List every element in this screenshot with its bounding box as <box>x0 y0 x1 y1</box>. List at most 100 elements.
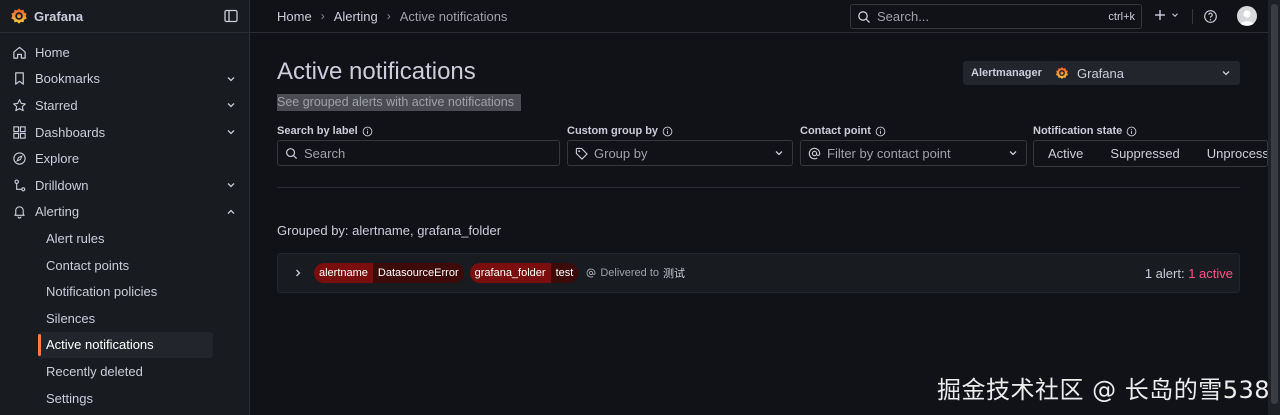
chevron-down-icon[interactable] <box>225 179 237 191</box>
chevron-down-icon <box>1009 151 1017 156</box>
info-circle-icon[interactable] <box>875 126 886 137</box>
label-search-input[interactable]: Search <box>277 140 560 166</box>
breadcrumb-current: Active notifications <box>399 8 508 24</box>
label-tag-value: test <box>550 263 579 283</box>
brand: Grafana <box>0 0 249 33</box>
chevron-down-icon[interactable] <box>225 99 237 111</box>
sidebar-item-label: Bookmarks <box>35 71 101 87</box>
help-icon <box>1204 10 1217 23</box>
compass-icon <box>13 152 26 165</box>
label-tag-key: grafana_folder <box>469 263 551 283</box>
alertmanager-select[interactable]: Grafana <box>1047 61 1240 85</box>
page-scrollbar[interactable] <box>1268 0 1280 415</box>
tag-icon <box>575 147 588 160</box>
notification-state-label: Notification state <box>1033 125 1137 137</box>
dashboards-grid-icon <box>13 125 26 139</box>
page-subtitle: See grouped alerts with active notificat… <box>277 94 521 111</box>
sidebar-subitem-active-notifications[interactable]: Active notifications <box>38 331 213 359</box>
sidebar-item-dashboards[interactable]: Dashboards <box>0 119 249 146</box>
bell-icon <box>14 206 25 219</box>
alertmanager-label: Alertmanager <box>963 61 1050 85</box>
group-by-select[interactable]: Group by <box>567 140 793 166</box>
grouped-by-text: Grouped by: alertname, grafana_folder <box>277 223 502 238</box>
sidebar-subitem-silences[interactable]: Silences <box>0 305 213 332</box>
search-icon <box>286 147 298 159</box>
sidebar-item-bookmarks[interactable]: Bookmarks <box>0 66 249 93</box>
state-option-unprocessed[interactable]: Unprocessed <box>1207 146 1267 161</box>
delivered-to: Delivered to 测试 <box>586 265 685 281</box>
search-placeholder: Search... <box>877 9 930 24</box>
sidebar-subitem-label: Settings <box>46 390 93 406</box>
filter-label-text: Custom group by <box>567 125 659 137</box>
sidebar-item-label: Starred <box>35 97 78 113</box>
state-option-active[interactable]: Active <box>1048 146 1083 161</box>
alertmanager-selected: Grafana <box>1077 65 1124 81</box>
info-circle-icon[interactable] <box>1126 126 1137 137</box>
watermark: 掘金技术社区 @ 长岛的雪538 <box>937 376 1271 404</box>
search-input[interactable]: Search... ctrl+k <box>850 4 1142 29</box>
state-option-suppressed[interactable]: Suppressed <box>1110 146 1179 161</box>
sidebar-item-explore[interactable]: Explore <box>0 145 249 172</box>
sidebar-item-alerting[interactable]: Alerting <box>0 199 249 226</box>
info-circle-icon[interactable] <box>362 126 373 137</box>
breadcrumb: Home › Alerting › Active notifications <box>277 9 507 24</box>
sidebar-subitem-label: Active notifications <box>46 337 154 353</box>
sidebar-subitem-alert-rules[interactable]: Alert rules <box>0 225 213 252</box>
sidebar-subitem-label: Contact points <box>46 257 130 273</box>
alert-count: 1 alert: 1 active <box>1145 266 1233 281</box>
sidebar-item-label: Alerting <box>35 204 80 220</box>
at-sign-icon <box>808 147 821 159</box>
sidebar-item-label: Home <box>35 44 70 60</box>
chevron-up-icon[interactable] <box>225 206 237 218</box>
sidebar-item-home[interactable]: Home <box>0 39 249 66</box>
app-name: Grafana <box>34 8 84 24</box>
label-search-placeholder: Search <box>304 145 346 161</box>
sidebar-item-drilldown[interactable]: Drilldown <box>0 172 249 199</box>
user-avatar-icon <box>1240 10 1254 25</box>
filter-label-text: Search by label <box>277 125 358 137</box>
alert-group-row[interactable]: alertname DatasourceError grafana_folder… <box>277 253 1240 293</box>
scrollbar-thumb[interactable] <box>1271 4 1278 404</box>
sidebar-subitem-label: Alert rules <box>46 230 105 246</box>
search-shortcut: ctrl+k <box>1108 10 1135 23</box>
chevron-down-icon <box>775 151 783 156</box>
new-menu-button[interactable] <box>1153 8 1180 22</box>
sidebar-subitem-recently-deleted[interactable]: Recently deleted <box>0 358 213 385</box>
dock-menu-icon[interactable] <box>223 8 239 24</box>
active-count: 1 active <box>1188 265 1233 281</box>
notification-state-radio-group: Active Suppressed Unprocessed <box>1033 140 1268 167</box>
sidebar-item-label: Explore <box>35 151 80 167</box>
drilldown-icon <box>14 179 26 192</box>
home-icon <box>13 46 26 59</box>
chevron-right-icon[interactable] <box>292 267 304 279</box>
sidebar-subitem-contact-points[interactable]: Contact points <box>0 252 213 279</box>
delivered-contact[interactable]: 测试 <box>663 265 685 281</box>
contact-point-select[interactable]: Filter by contact point <box>800 140 1027 166</box>
chevron-down-icon[interactable] <box>225 126 237 138</box>
label-tag-key: alertname <box>314 263 373 283</box>
info-circle-icon[interactable] <box>662 126 673 137</box>
sidebar: Grafana Home Bookmarks Starred Dashboard… <box>0 0 250 415</box>
sidebar-subitem-notification-policies[interactable]: Notification policies <box>0 278 213 305</box>
avatar[interactable] <box>1237 6 1257 26</box>
topbar: Home › Alerting › Active notifications S… <box>250 0 1268 33</box>
contact-point-label: Contact point <box>800 125 886 137</box>
sidebar-subitem-settings[interactable]: Settings <box>0 385 213 412</box>
label-tag: grafana_folder test <box>469 263 579 283</box>
search-by-label-label: Search by label <box>277 125 373 137</box>
breadcrumb-alerting[interactable]: Alerting <box>334 9 378 24</box>
contact-point-placeholder: Filter by contact point <box>827 145 951 161</box>
sidebar-item-label: Dashboards <box>35 124 106 140</box>
delivered-prefix: Delivered to <box>600 267 660 279</box>
plus-icon <box>1155 10 1165 20</box>
sidebar-nav: Home Bookmarks Starred Dashboards Explor… <box>0 33 249 411</box>
breadcrumb-separator-icon: › <box>386 9 391 23</box>
grafana-logo-icon[interactable] <box>10 7 28 25</box>
sidebar-subitem-label: Silences <box>46 310 96 326</box>
breadcrumb-home[interactable]: Home <box>277 9 312 24</box>
filter-label-text: Contact point <box>800 125 871 137</box>
sidebar-item-starred[interactable]: Starred <box>0 92 249 119</box>
filter-label-text: Notification state <box>1033 125 1123 137</box>
help-button[interactable] <box>1203 9 1218 24</box>
chevron-down-icon[interactable] <box>225 73 237 85</box>
